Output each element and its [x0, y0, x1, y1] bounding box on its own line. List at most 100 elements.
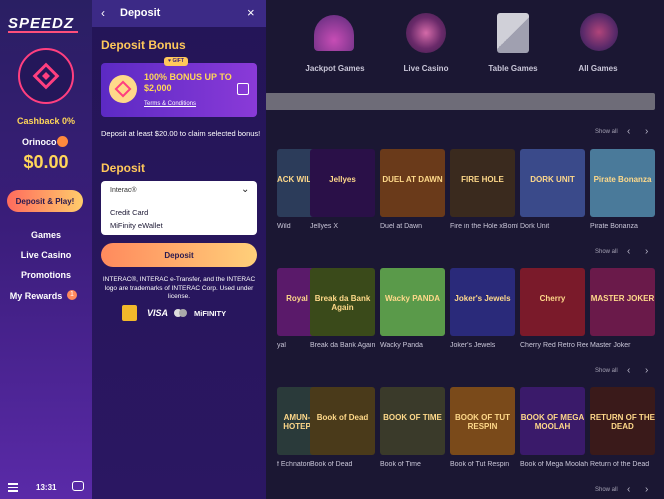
legal-text: INTERAC®, INTERAC e-Transfer, and the IN…	[102, 276, 256, 300]
category-jackpot-games[interactable]: Jackpot Games	[297, 64, 373, 73]
game-tile[interactable]: MASTER JOKER	[590, 268, 655, 336]
category-table-games[interactable]: Table Games	[475, 64, 551, 73]
username: Orinoco	[22, 137, 57, 147]
brand-logo[interactable]: SPEEDZ	[8, 15, 82, 33]
game-title: Book of Tut Respin	[450, 461, 510, 468]
game-tile[interactable]: FIRE HOLE	[450, 149, 515, 217]
game-title: Return of the Dead	[590, 461, 650, 468]
game-title: Break da Bank Again	[310, 342, 376, 349]
chevron-left-icon[interactable]: ‹	[627, 484, 630, 495]
live-casino-icon[interactable]	[406, 13, 446, 53]
game-title: Duel at Dawn	[380, 223, 423, 230]
panel-header: ‹ Deposit ×	[92, 0, 266, 27]
show-all-link[interactable]: Show all	[595, 249, 618, 255]
option-credit-card[interactable]: Credit Card	[110, 208, 148, 217]
nav-live-casino[interactable]: Live Casino	[0, 250, 92, 260]
deposit-button[interactable]: Deposit	[101, 243, 257, 267]
game-tile[interactable]: DORK UNIT	[520, 149, 585, 217]
game-title: Fire in the Hole xBomb	[450, 223, 518, 230]
game-tile[interactable]: BOOK OF TIME	[380, 387, 445, 455]
payment-method-select[interactable]: Interac® ⌄ Credit Card MiFinity eWallet	[101, 181, 257, 235]
game-title: Book of Time	[380, 461, 421, 468]
deposit-bonus-heading: Deposit Bonus	[101, 38, 186, 52]
nav-promotions[interactable]: Promotions	[0, 270, 92, 280]
category-all-games[interactable]: All Games	[562, 64, 634, 73]
game-art-title: MASTER JOKER	[590, 294, 655, 303]
option-mifinity[interactable]: MiFinity eWallet	[110, 221, 163, 230]
sidebar: SPEEDZ Cashback 0% Orinoco $0.00 Deposit…	[0, 0, 92, 499]
table-games-icon[interactable]	[497, 13, 529, 53]
deposit-panel: ‹ Deposit × Deposit Bonus ♥ GIFT 100% BO…	[92, 0, 266, 499]
deposit-play-button[interactable]: Deposit & Play!	[7, 190, 83, 212]
game-tile[interactable]: Wacky PANDA	[380, 268, 445, 336]
game-tile[interactable]: DUEL AT DAWN	[380, 149, 445, 217]
interac-logo-icon	[122, 305, 137, 321]
bonus-text: 100% BONUS UP TO $2,000	[144, 72, 232, 93]
game-tile[interactable]: Pirate Bonanza	[590, 149, 655, 217]
game-art-title: Book of Dead	[316, 413, 369, 422]
menu-icon[interactable]	[8, 483, 18, 492]
chevron-left-icon[interactable]: ‹	[627, 365, 630, 376]
gift-tag: ♥ GIFT	[164, 57, 188, 66]
game-title: Book of Mega Moolah	[520, 461, 588, 468]
game-art-title: Pirate Bonanza	[593, 175, 652, 184]
mifinity-logo: MiFINITY	[194, 309, 227, 318]
nav-games[interactable]: Games	[0, 230, 92, 240]
game-art-title: BOOK OF MEGA MOOLAH	[520, 413, 585, 431]
game-tile[interactable]: Break da Bank Again	[310, 268, 375, 336]
panel-title: Deposit	[120, 7, 161, 19]
back-arrow-icon[interactable]: ‹	[101, 6, 105, 20]
bonus-card[interactable]: ♥ GIFT 100% BONUS UP TO $2,000 Terms & C…	[101, 57, 257, 117]
chevron-right-icon[interactable]: ›	[645, 126, 648, 137]
deposit-heading: Deposit	[101, 161, 146, 175]
game-art-title: Wacky PANDA	[384, 294, 441, 303]
game-tile[interactable]: Cherry	[520, 268, 585, 336]
jackpot-games-icon[interactable]	[314, 15, 354, 51]
search-bar[interactable]	[265, 93, 655, 110]
game-art-title: Jellyes	[329, 175, 356, 184]
chevron-right-icon[interactable]: ›	[645, 246, 648, 257]
game-art-title: BOOK OF TUT RESPIN	[454, 413, 511, 431]
game-title: Wacky Panda	[380, 342, 423, 349]
game-tile[interactable]: Book of Dead	[310, 387, 375, 455]
level-icon	[57, 136, 68, 147]
game-tile[interactable]: Joker's Jewels	[450, 268, 515, 336]
show-all-link[interactable]: Show all	[595, 487, 618, 493]
game-tile[interactable]: BOOK OF MEGA MOOLAH	[520, 387, 585, 455]
game-art-title: DUEL AT DAWN	[382, 175, 443, 184]
chevron-left-icon[interactable]: ‹	[627, 246, 630, 257]
game-title: Dork Unit	[520, 223, 550, 230]
chevron-left-icon[interactable]: ‹	[627, 126, 630, 137]
bonus-info: Deposit at least $20.00 to claim selecte…	[101, 129, 261, 138]
game-title: Pirate Bonanza	[590, 223, 638, 230]
balance: $0.00	[23, 152, 69, 172]
game-title: Joker's Jewels	[450, 342, 496, 349]
mastercard-icon	[174, 309, 188, 317]
game-tile[interactable]: RETURN OF THE DEAD	[590, 387, 655, 455]
game-art-title: RETURN OF THE DEAD	[590, 413, 655, 431]
game-art-title: Cherry	[539, 294, 566, 303]
bonus-logo-icon	[109, 75, 137, 103]
terms-link[interactable]: Terms & Conditions	[144, 101, 196, 107]
game-tile[interactable]: Jellyes	[310, 149, 375, 217]
chevron-right-icon[interactable]: ›	[645, 365, 648, 376]
bonus-checkbox[interactable]	[237, 83, 249, 95]
game-art-title: Joker's Jewels	[454, 294, 511, 303]
game-art-title: BOOK OF TIME	[383, 413, 442, 422]
game-title: Cherry Red Retro Reels	[520, 342, 588, 349]
all-games-icon[interactable]	[580, 13, 618, 51]
payment-logos: VISA MiFINITY	[122, 305, 252, 321]
close-icon[interactable]: ×	[247, 5, 255, 20]
chat-icon[interactable]	[72, 481, 84, 491]
game-tile[interactable]: BOOK OF TUT RESPIN	[450, 387, 515, 455]
category-live-casino[interactable]: Live Casino	[390, 64, 462, 73]
game-title: Jellyes X	[310, 223, 339, 230]
visa-logo: VISA	[147, 308, 169, 318]
chevron-down-icon[interactable]: ⌄	[241, 184, 249, 195]
chevron-right-icon[interactable]: ›	[645, 484, 648, 495]
brand-emblem-icon	[18, 48, 74, 104]
show-all-link[interactable]: Show all	[595, 129, 618, 135]
cashback-label: Cashback 0%	[16, 116, 76, 126]
show-all-link[interactable]: Show all	[595, 368, 618, 374]
selected-method: Interac®	[110, 187, 137, 194]
